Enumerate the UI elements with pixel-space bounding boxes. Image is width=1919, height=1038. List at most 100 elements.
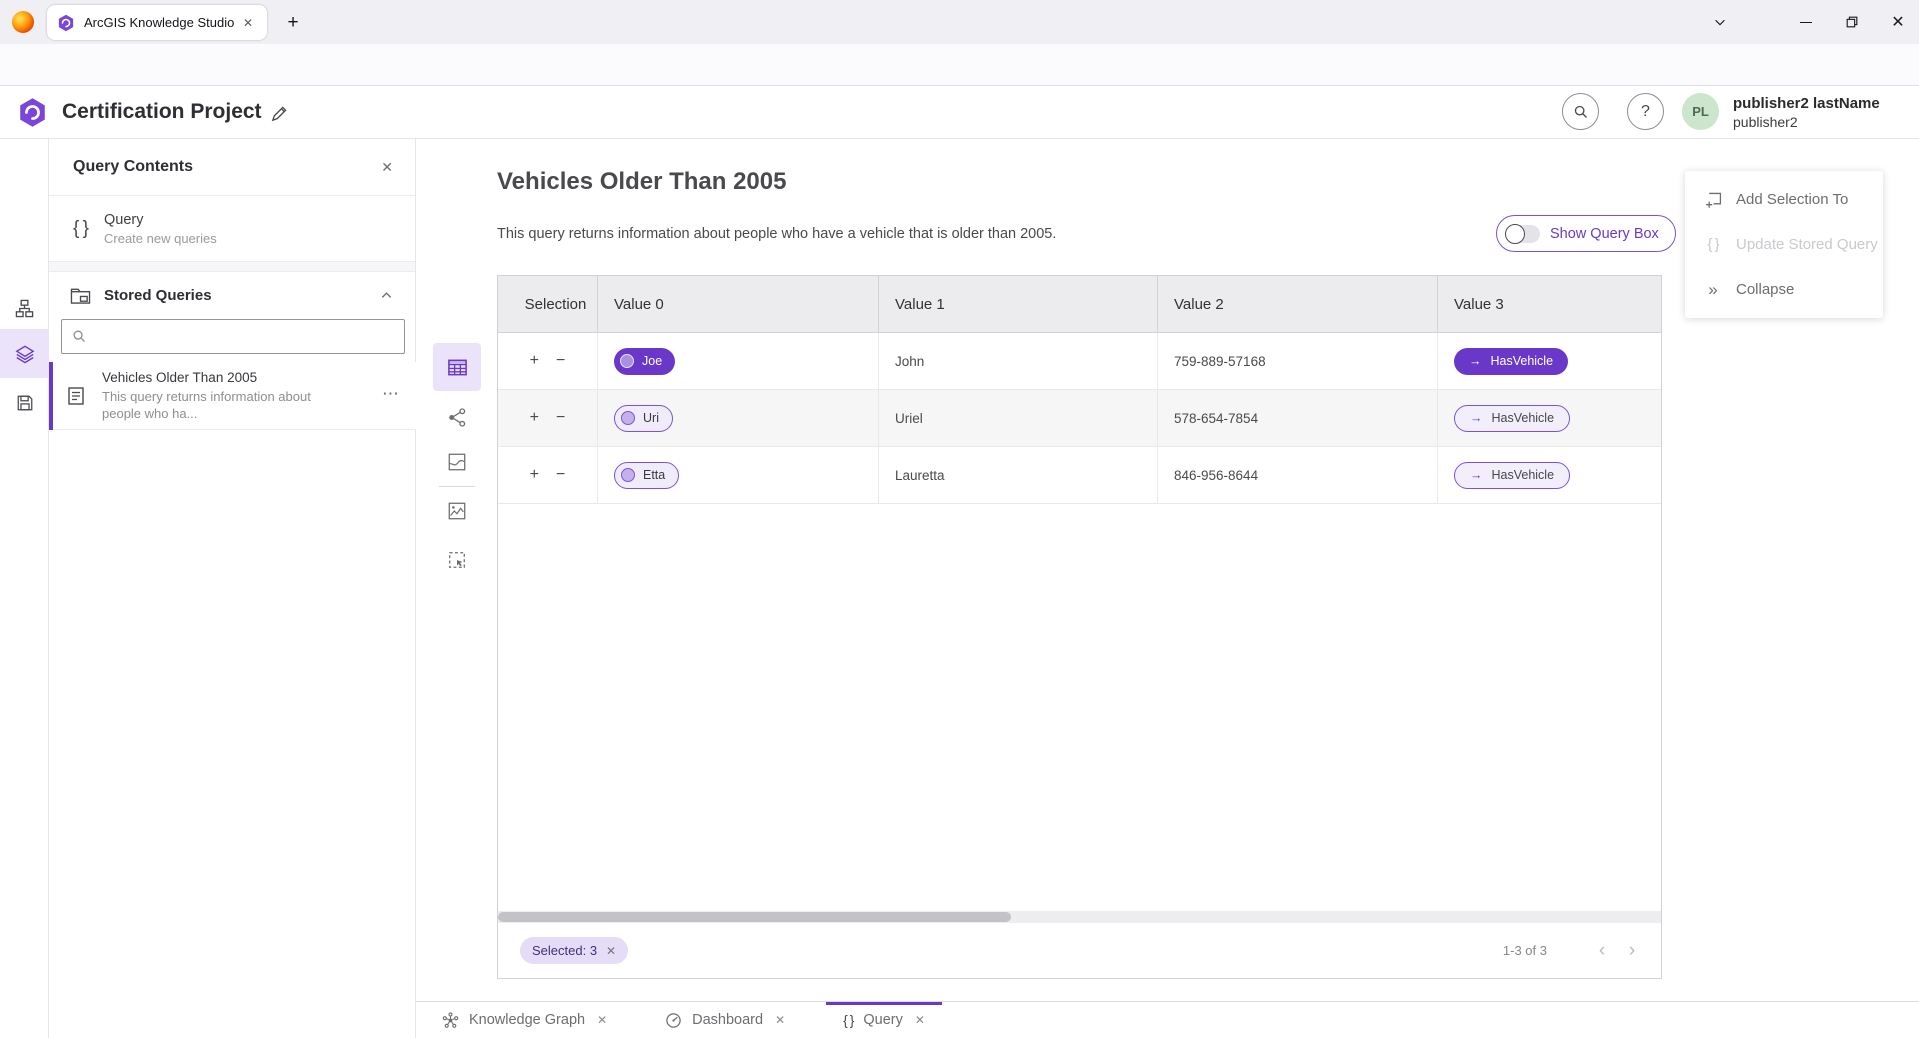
- data-model-icon[interactable]: [0, 284, 49, 333]
- remove-from-selection-button[interactable]: −: [556, 410, 565, 426]
- remove-from-selection-button[interactable]: −: [556, 353, 565, 369]
- tab-close-icon[interactable]: ✕: [239, 14, 257, 32]
- save-icon[interactable]: [0, 378, 49, 427]
- cell-value1[interactable]: Lauretta: [879, 447, 1158, 503]
- tab-query-active[interactable]: { } Query ✕: [826, 1002, 942, 1038]
- selection-context-menu: Add Selection To { } Update Stored Query…: [1685, 171, 1883, 318]
- cell-value1[interactable]: Uriel: [879, 390, 1158, 446]
- add-selection-icon: [1704, 190, 1723, 209]
- prev-page-chevron[interactable]: ‹: [1587, 940, 1617, 962]
- arrow-right-icon: →: [1469, 354, 1482, 368]
- link-chart-button[interactable]: [433, 393, 481, 441]
- knowledge-graph-icon: [442, 1012, 459, 1029]
- item-overflow-menu-icon[interactable]: ⋯: [382, 384, 400, 404]
- entity-pill[interactable]: Uri: [614, 405, 673, 432]
- stored-queries-title: Stored Queries: [104, 287, 380, 304]
- selected-indicator-bar: [49, 362, 53, 430]
- browser-tab-strip: ArcGIS Knowledge Studio ✕ + ✕: [0, 0, 1919, 44]
- col-header-value1[interactable]: Value 1: [879, 276, 1158, 332]
- braces-icon: { }: [843, 1012, 853, 1028]
- window-minimize-button[interactable]: [1786, 6, 1826, 38]
- search-input[interactable]: [96, 329, 394, 344]
- table-empty-area: [498, 504, 1661, 911]
- user-info[interactable]: publisher2 lastName publisher2: [1733, 95, 1880, 131]
- entity-pill[interactable]: Etta: [614, 462, 679, 489]
- table-header-row: Selection Value 0 Value 1 Value 2 Value …: [498, 276, 1661, 333]
- arrow-right-icon: →: [1470, 468, 1483, 482]
- cell-value2[interactable]: 846-956-8644: [1158, 447, 1438, 503]
- folder-icon: [70, 286, 91, 305]
- arcgis-favicon-icon: [57, 14, 75, 32]
- scrollbar-thumb[interactable]: [498, 912, 1011, 922]
- col-header-value3[interactable]: Value 3: [1438, 276, 1661, 332]
- relationship-pill-selected[interactable]: →HasVehicle: [1454, 348, 1568, 375]
- stored-query-doc-icon: [66, 386, 86, 406]
- next-page-chevron[interactable]: ›: [1617, 940, 1647, 962]
- cell-value2[interactable]: 759-889-57168: [1158, 333, 1438, 389]
- cell-value2[interactable]: 578-654-7854: [1158, 390, 1438, 446]
- cell-value1[interactable]: John: [879, 333, 1158, 389]
- browser-toolbar: ← → ⟳ https://dev0028833.esri.com/portal…: [0, 44, 1919, 86]
- menu-item-add-selection-to[interactable]: Add Selection To: [1685, 177, 1883, 222]
- horizontal-scrollbar[interactable]: [498, 911, 1661, 923]
- image-chart-icon: [447, 501, 467, 521]
- stored-queries-searchbox[interactable]: [61, 319, 405, 354]
- remove-from-selection-button[interactable]: −: [556, 467, 565, 483]
- menu-item-update-stored-query[interactable]: { } Update Stored Query: [1685, 222, 1883, 267]
- layers-icon-selected[interactable]: [0, 329, 49, 378]
- firefox-icon[interactable]: [12, 11, 34, 33]
- entity-pill-selected[interactable]: Joe: [614, 348, 675, 375]
- browser-tab-title: ArcGIS Knowledge Studio: [84, 15, 239, 30]
- relationship-pill[interactable]: →HasVehicle: [1454, 462, 1570, 489]
- selection-tool-button[interactable]: [433, 536, 481, 584]
- query-item-title: Query: [104, 212, 217, 228]
- add-to-selection-button[interactable]: +: [530, 353, 539, 369]
- selected-count-chip[interactable]: Selected: 3 ✕: [520, 937, 628, 964]
- browser-tab[interactable]: ArcGIS Knowledge Studio ✕: [47, 5, 267, 40]
- help-button[interactable]: ?: [1627, 93, 1664, 130]
- marquee-select-icon: [447, 550, 467, 570]
- table-row[interactable]: + − Uri Uriel 578-654-7854 →HasVehicle: [498, 390, 1661, 447]
- show-query-box-toggle[interactable]: Show Query Box: [1496, 215, 1676, 252]
- pagination-range: 1-3 of 3: [1503, 943, 1547, 958]
- entity-dot-icon: [621, 411, 635, 425]
- query-contents-panel: Query Contents ✕ { } Query Create new qu…: [49, 139, 416, 1038]
- map-icon: [447, 452, 467, 472]
- tab-close-icon[interactable]: ✕: [775, 1013, 785, 1027]
- new-tab-button[interactable]: +: [278, 8, 308, 38]
- tab-knowledge-graph[interactable]: Knowledge Graph ✕: [425, 1002, 624, 1038]
- braces-icon: { }: [1703, 236, 1723, 253]
- col-header-value0[interactable]: Value 0: [598, 276, 879, 332]
- toggle-track[interactable]: [1506, 225, 1540, 243]
- map-view-button[interactable]: [433, 438, 481, 486]
- chevron-up-icon[interactable]: [380, 289, 393, 302]
- panel-close-icon[interactable]: ✕: [381, 159, 393, 176]
- new-query-item[interactable]: { } Query Create new queries: [49, 196, 415, 262]
- table-row[interactable]: + − Joe John 759-889-57168 →HasVehicle: [498, 333, 1661, 390]
- table-row[interactable]: + − Etta Lauretta 846-956-8644 →HasVehic…: [498, 447, 1661, 504]
- table-view-button-active[interactable]: [433, 343, 481, 391]
- header-search-button[interactable]: [1562, 93, 1599, 130]
- menu-item-collapse[interactable]: » Collapse: [1685, 267, 1883, 312]
- page-description: This query returns information about peo…: [497, 226, 1056, 242]
- tab-list-chevron-icon[interactable]: [1700, 6, 1740, 38]
- stored-queries-header[interactable]: Stored Queries: [49, 276, 415, 314]
- chart-view-button[interactable]: [433, 487, 481, 535]
- relationship-pill[interactable]: →HasVehicle: [1454, 405, 1570, 432]
- add-to-selection-button[interactable]: +: [530, 467, 539, 483]
- link-chart-icon: [447, 407, 468, 428]
- window-restore-button[interactable]: [1832, 6, 1872, 38]
- stored-query-item[interactable]: Vehicles Older Than 2005 This query retu…: [49, 362, 416, 430]
- add-to-selection-button[interactable]: +: [530, 410, 539, 426]
- tab-close-icon[interactable]: ✕: [915, 1013, 925, 1027]
- user-avatar[interactable]: PL: [1682, 93, 1719, 130]
- col-header-value2[interactable]: Value 2: [1158, 276, 1438, 332]
- toggle-knob[interactable]: [1505, 224, 1525, 244]
- col-header-selection[interactable]: Selection: [498, 276, 598, 332]
- tab-dashboard[interactable]: Dashboard ✕: [648, 1002, 802, 1038]
- clear-selection-icon[interactable]: ✕: [606, 944, 616, 958]
- tab-close-icon[interactable]: ✕: [597, 1013, 607, 1027]
- edit-pencil-icon[interactable]: [270, 104, 289, 123]
- window-close-button[interactable]: ✕: [1878, 6, 1918, 38]
- selected-count-label: Selected: 3: [532, 943, 597, 958]
